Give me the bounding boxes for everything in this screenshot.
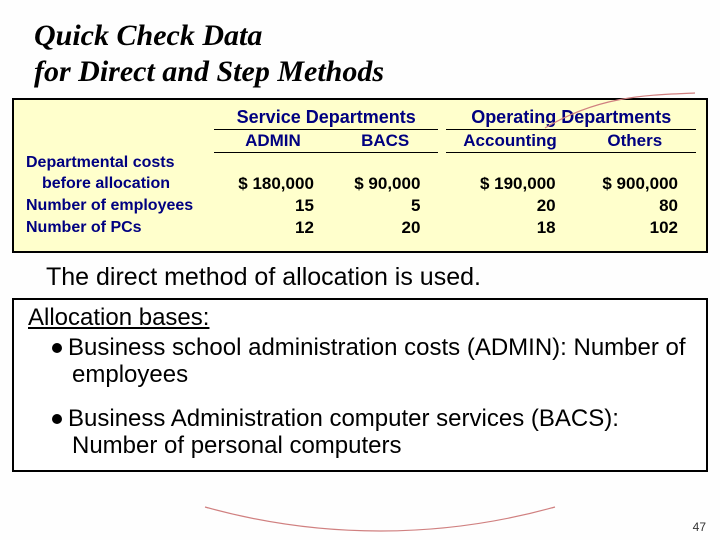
decor-curve-bottom-icon: [200, 504, 560, 534]
cell-pcs-others: 102: [574, 217, 696, 239]
allocation-heading: Allocation bases:: [28, 304, 692, 332]
cell-costs-others: $ 900,000: [574, 173, 696, 195]
col-others: Others: [574, 130, 696, 153]
bullet-bacs: Business Administration computer service…: [72, 405, 692, 460]
cell-emp-others: 80: [574, 195, 696, 217]
group-header-service: Service Departments: [214, 106, 438, 130]
group-header-operating: Operating Departments: [446, 106, 696, 130]
row-label-employees: Number of employees: [24, 195, 214, 217]
col-admin: ADMIN: [214, 130, 332, 153]
bullet-dot-icon: [52, 414, 62, 424]
bullet-admin-text: Business school administration costs (AD…: [68, 334, 686, 389]
cell-emp-accounting: 20: [446, 195, 573, 217]
bullet-dot-icon: [52, 343, 62, 353]
col-bacs: BACS: [332, 130, 439, 153]
cell-pcs-admin: 12: [214, 217, 332, 239]
cell-pcs-bacs: 20: [332, 217, 439, 239]
cell-costs-bacs: $ 90,000: [332, 173, 439, 195]
cell-costs-admin: $ 180,000: [214, 173, 332, 195]
row-label-pcs: Number of PCs: [24, 217, 214, 239]
cell-costs-accounting: $ 190,000: [446, 173, 573, 195]
title-line-1: Quick Check Data: [34, 19, 262, 52]
row-label-costs-2: before allocation: [24, 173, 214, 195]
bullet-admin: Business school administration costs (AD…: [72, 334, 692, 389]
title-line-2: for Direct and Step Methods: [34, 55, 384, 88]
data-table: Service Departments Operating Department…: [12, 98, 708, 253]
direct-method-statement: The direct method of allocation is used.: [46, 263, 720, 292]
row-label-costs-1: Departmental costs: [24, 153, 214, 173]
slide-title: Quick Check Data for Direct and Step Met…: [0, 0, 720, 90]
slide: Quick Check Data for Direct and Step Met…: [0, 0, 720, 540]
page-number: 47: [693, 520, 706, 534]
allocation-bases-box: Allocation bases: Business school admini…: [12, 298, 708, 472]
cell-emp-admin: 15: [214, 195, 332, 217]
cell-pcs-accounting: 18: [446, 217, 573, 239]
col-accounting: Accounting: [446, 130, 573, 153]
bullet-bacs-text: Business Administration computer service…: [68, 405, 619, 460]
cell-emp-bacs: 5: [332, 195, 439, 217]
